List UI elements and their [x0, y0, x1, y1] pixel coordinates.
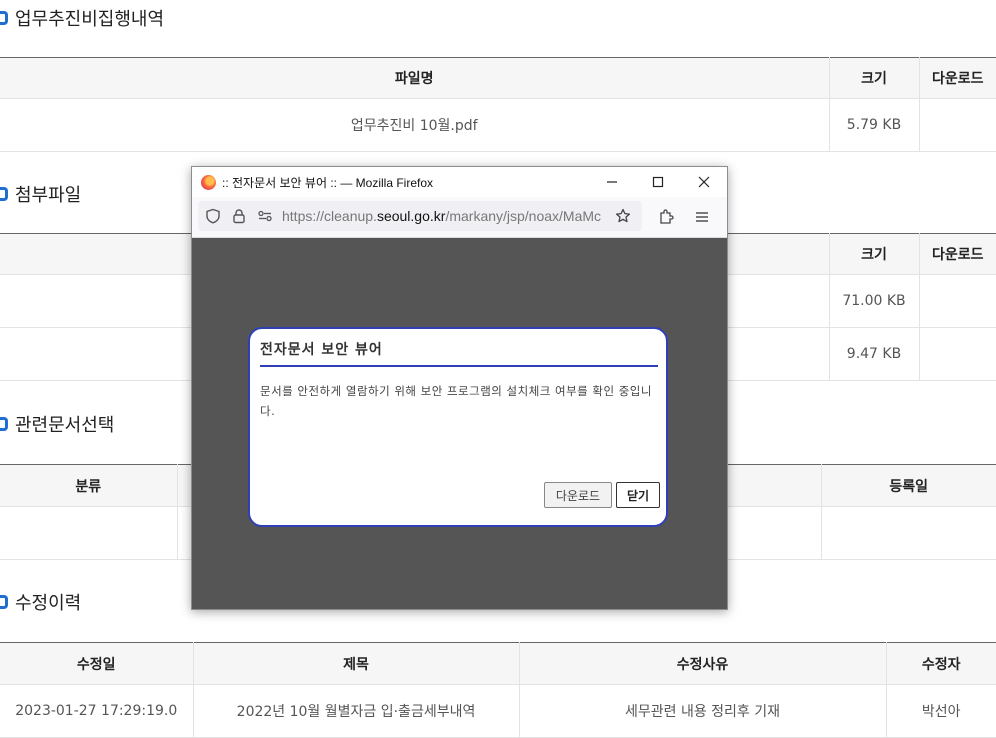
section-marker-icon — [0, 417, 8, 431]
section-title-text: 관련문서선택 — [15, 415, 115, 436]
col-header-filename: 파일명 — [0, 57, 830, 99]
section-title-expense: 업무추진비집행내역 — [0, 5, 164, 31]
section-title-attachments: 첨부파일 — [0, 181, 81, 207]
col-header-size: 크기 — [829, 57, 920, 99]
section-title-history: 수정이력 — [0, 589, 81, 615]
url-text[interactable]: https://cleanup.seoul.go.kr/markany/jsp/… — [282, 208, 610, 224]
edit-date: 2023-01-27 17:29:19.0 — [0, 684, 194, 738]
firefox-logo-icon — [201, 174, 216, 190]
file-size: 5.79 KB — [829, 98, 920, 152]
edit-reason: 세무관련 내용 정리후 기재 — [519, 684, 887, 738]
shield-icon[interactable] — [202, 208, 224, 224]
section-marker-icon — [0, 11, 8, 25]
edit-title: 2022년 10월 월별자금 입·출금세부내역 — [193, 684, 520, 738]
lock-icon[interactable] — [228, 208, 250, 224]
close-button[interactable]: 닫기 — [616, 482, 660, 508]
firefox-popup-window: :: 전자문서 보안 뷰어 :: — Mozilla Firefox https… — [191, 166, 728, 610]
browser-toolbar: https://cleanup.seoul.go.kr/markany/jsp/… — [192, 197, 727, 238]
editor-name: 박선아 — [886, 684, 996, 738]
col-header-editor: 수정자 — [886, 642, 996, 685]
col-header-download: 다운로드 — [919, 57, 996, 99]
table-row: 업무추진비 10월.pdf 5.79 KB — [0, 98, 996, 152]
minimize-icon[interactable] — [589, 167, 635, 197]
col-header-size: 크기 — [829, 233, 920, 275]
extensions-icon[interactable] — [655, 206, 677, 228]
section-title-text: 업무추진비집행내역 — [15, 9, 165, 30]
close-icon[interactable] — [681, 167, 727, 197]
col-header-registered: 등록일 — [821, 464, 996, 507]
file-link[interactable]: 업무추진비 10월.pdf — [0, 98, 830, 152]
download-cell[interactable] — [919, 98, 996, 152]
expense-file-table: 파일명 크기 다운로드 업무추진비 10월.pdf 5.79 KB — [0, 57, 996, 152]
dialog-message: 문서를 안전하게 열람하기 위해 보안 프로그램의 설치체크 여부를 확인 중입… — [260, 384, 652, 418]
section-title-related: 관련문서선택 — [0, 411, 114, 437]
download-cell[interactable] — [919, 274, 996, 328]
file-size: 71.00 KB — [829, 274, 920, 328]
col-header-category: 분류 — [0, 464, 178, 507]
window-titlebar[interactable]: :: 전자문서 보안 뷰어 :: — Mozilla Firefox — [192, 167, 727, 197]
download-cell[interactable] — [919, 327, 996, 381]
download-button[interactable]: 다운로드 — [544, 482, 612, 508]
col-header-title: 제목 — [193, 642, 520, 685]
section-marker-icon — [0, 595, 8, 609]
maximize-icon[interactable] — [635, 167, 681, 197]
col-header-download: 다운로드 — [919, 233, 996, 275]
security-viewer-dialog: 전자문서 보안 뷰어 문서를 안전하게 열람하기 위해 보안 프로그램의 설치체… — [248, 327, 668, 527]
url-bar[interactable]: https://cleanup.seoul.go.kr/markany/jsp/… — [198, 201, 642, 231]
window-title: :: 전자문서 보안 뷰어 :: — Mozilla Firefox — [222, 175, 434, 190]
file-size: 9.47 KB — [829, 327, 920, 381]
dialog-title: 전자문서 보안 뷰어 — [260, 339, 658, 367]
col-header-reason: 수정사유 — [519, 642, 887, 685]
menu-icon[interactable] — [691, 206, 713, 228]
col-header-edit-date: 수정일 — [0, 642, 194, 685]
section-marker-icon — [0, 187, 8, 201]
star-icon[interactable] — [612, 208, 634, 224]
section-title-text: 첨부파일 — [15, 185, 82, 206]
section-title-text: 수정이력 — [15, 593, 82, 614]
permissions-icon[interactable] — [254, 208, 276, 224]
table-row: 2023-01-27 17:29:19.0 2022년 10월 월별자금 입·출… — [0, 684, 996, 738]
